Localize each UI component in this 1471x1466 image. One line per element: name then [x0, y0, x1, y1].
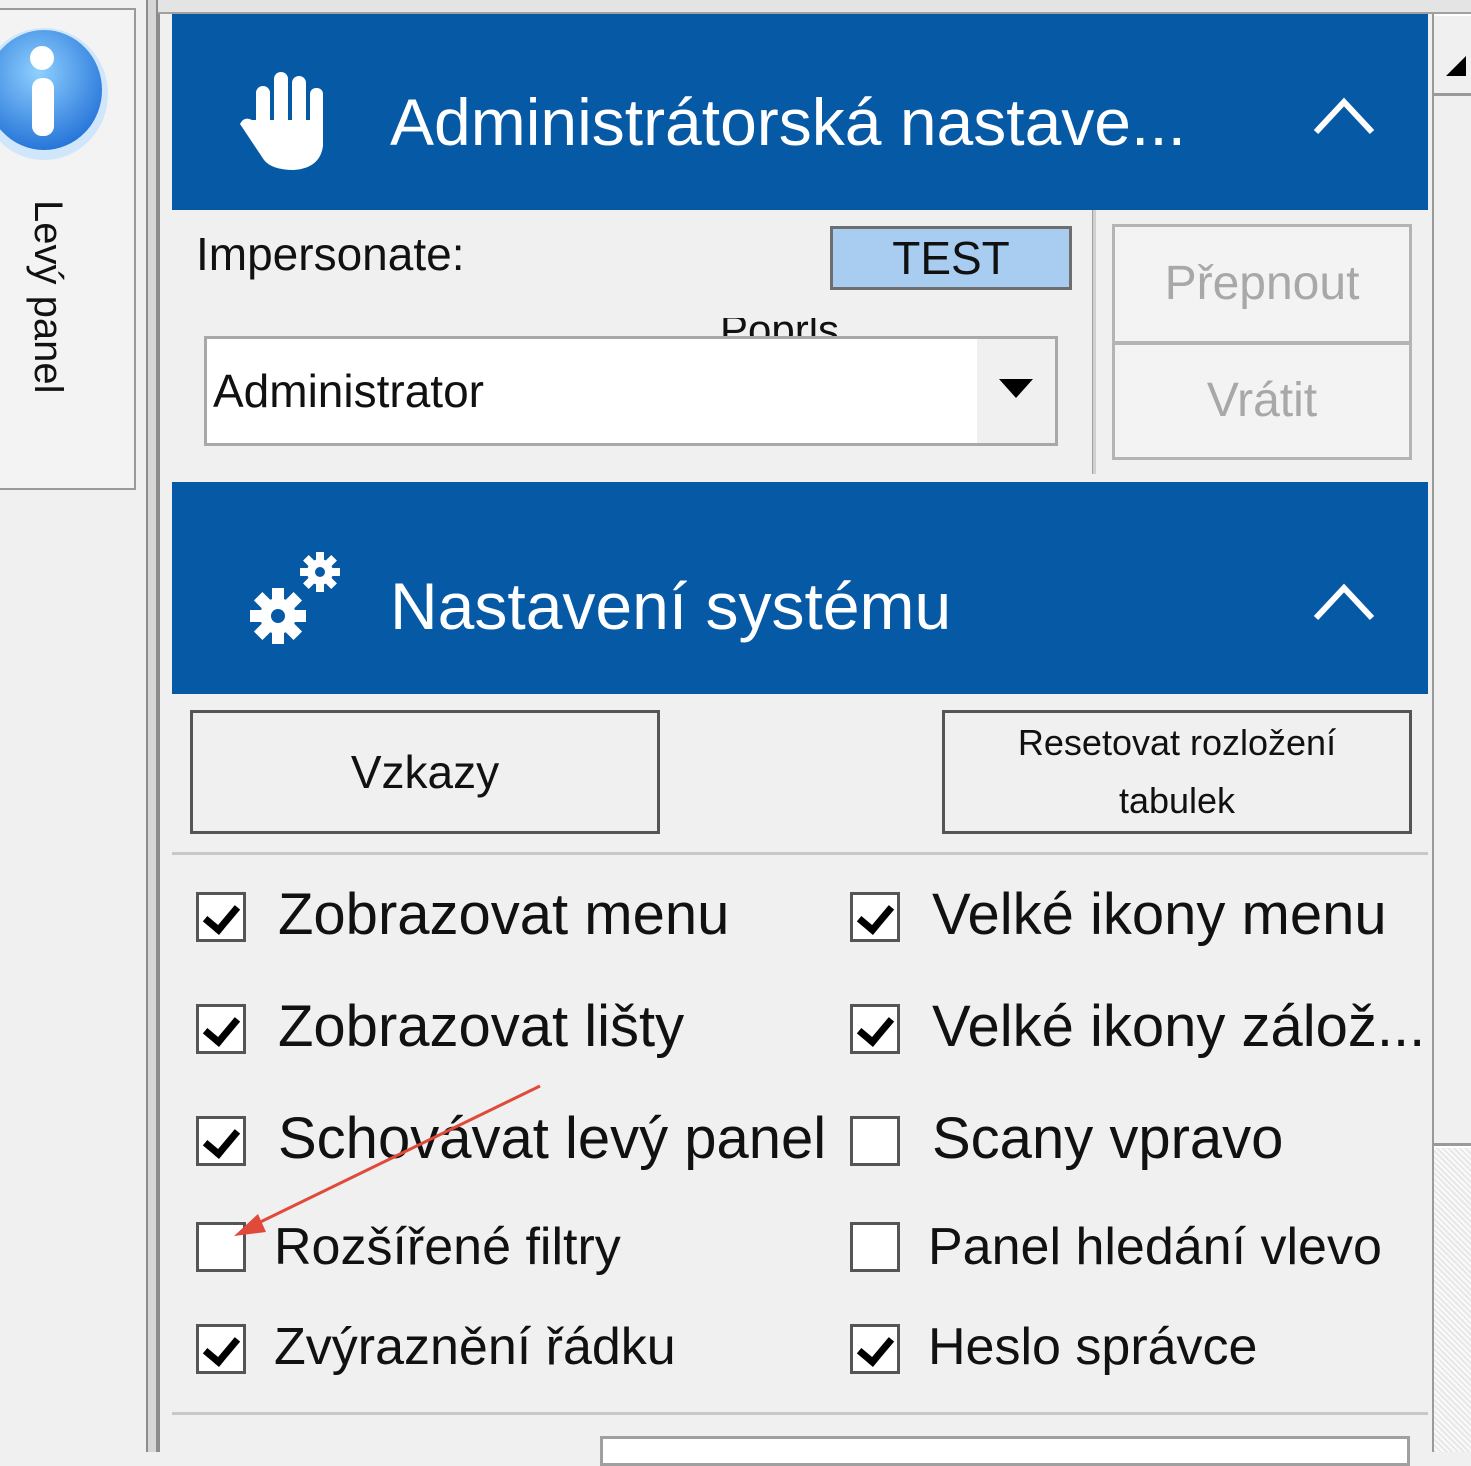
option-label: Velké ikony menu — [932, 882, 1387, 947]
option-label: Panel hledání vlevo — [928, 1218, 1382, 1276]
reset-table-layout-button[interactable]: Resetovat rozložení tabulek — [942, 710, 1412, 834]
option-label: Heslo správce — [928, 1318, 1258, 1376]
chevron-down-icon[interactable] — [977, 339, 1055, 443]
option-label: Zobrazovat menu — [278, 882, 730, 947]
messages-button[interactable]: Vzkazy — [190, 710, 660, 834]
checkbox[interactable] — [196, 1004, 246, 1054]
checkbox[interactable] — [196, 1324, 246, 1374]
scroll-up-arrow-icon[interactable] — [1434, 16, 1471, 96]
reset-button-line2: tabulek — [1118, 780, 1236, 821]
impersonate-label: Impersonate: — [196, 228, 465, 280]
scrollbar-track[interactable] — [1434, 1148, 1471, 1452]
option-label: Zobrazovat lišty — [278, 994, 685, 1059]
impersonate-user-value: Administrator — [213, 365, 484, 417]
checkbox[interactable] — [850, 1116, 900, 1166]
option-label: Zvýraznění řádku — [274, 1318, 676, 1376]
option-label: Schovávat levý panel — [278, 1106, 827, 1171]
divider — [172, 852, 1428, 855]
bottom-input-field[interactable] — [600, 1436, 1410, 1466]
system-settings-header[interactable]: Nastavení systému — [172, 482, 1428, 694]
checkbox[interactable] — [850, 1324, 900, 1374]
checkbox[interactable] — [196, 1116, 246, 1166]
checkbox[interactable] — [196, 892, 246, 942]
admin-settings-title: Administrátorská nastave... — [390, 85, 1186, 159]
divider — [172, 1412, 1428, 1415]
panel-top-border — [158, 0, 1471, 14]
info-icon — [0, 28, 108, 160]
checkbox[interactable] — [850, 892, 900, 942]
reset-button-line1: Resetovat rozložení — [1017, 722, 1337, 763]
impersonate-user-select[interactable]: Administrator — [204, 336, 1058, 446]
gears-icon — [250, 552, 340, 644]
left-panel-label: Levý panel — [26, 200, 70, 394]
option-label: Rozšířené filtry — [274, 1218, 621, 1276]
checkbox[interactable] — [850, 1004, 900, 1054]
checkbox[interactable] — [850, 1222, 900, 1272]
checkbox[interactable] — [196, 1222, 246, 1272]
admin-settings-header[interactable]: Administrátorská nastave... — [172, 14, 1428, 210]
chevron-up-icon[interactable] — [1312, 96, 1376, 136]
environment-badge: TEST — [830, 226, 1072, 290]
divider — [1092, 210, 1096, 474]
hand-icon — [240, 72, 323, 170]
option-label: Scany vpravo — [932, 1106, 1284, 1171]
system-settings-title: Nastavení systému — [390, 569, 952, 643]
revert-button[interactable]: Vrátit — [1112, 342, 1412, 460]
splitter[interactable] — [146, 0, 158, 1452]
scrollbar-thumb[interactable] — [1434, 96, 1471, 1146]
switch-button[interactable]: Přepnout — [1112, 224, 1412, 344]
option-label: Velké ikony zálož... — [932, 994, 1426, 1059]
chevron-up-icon[interactable] — [1312, 582, 1376, 622]
